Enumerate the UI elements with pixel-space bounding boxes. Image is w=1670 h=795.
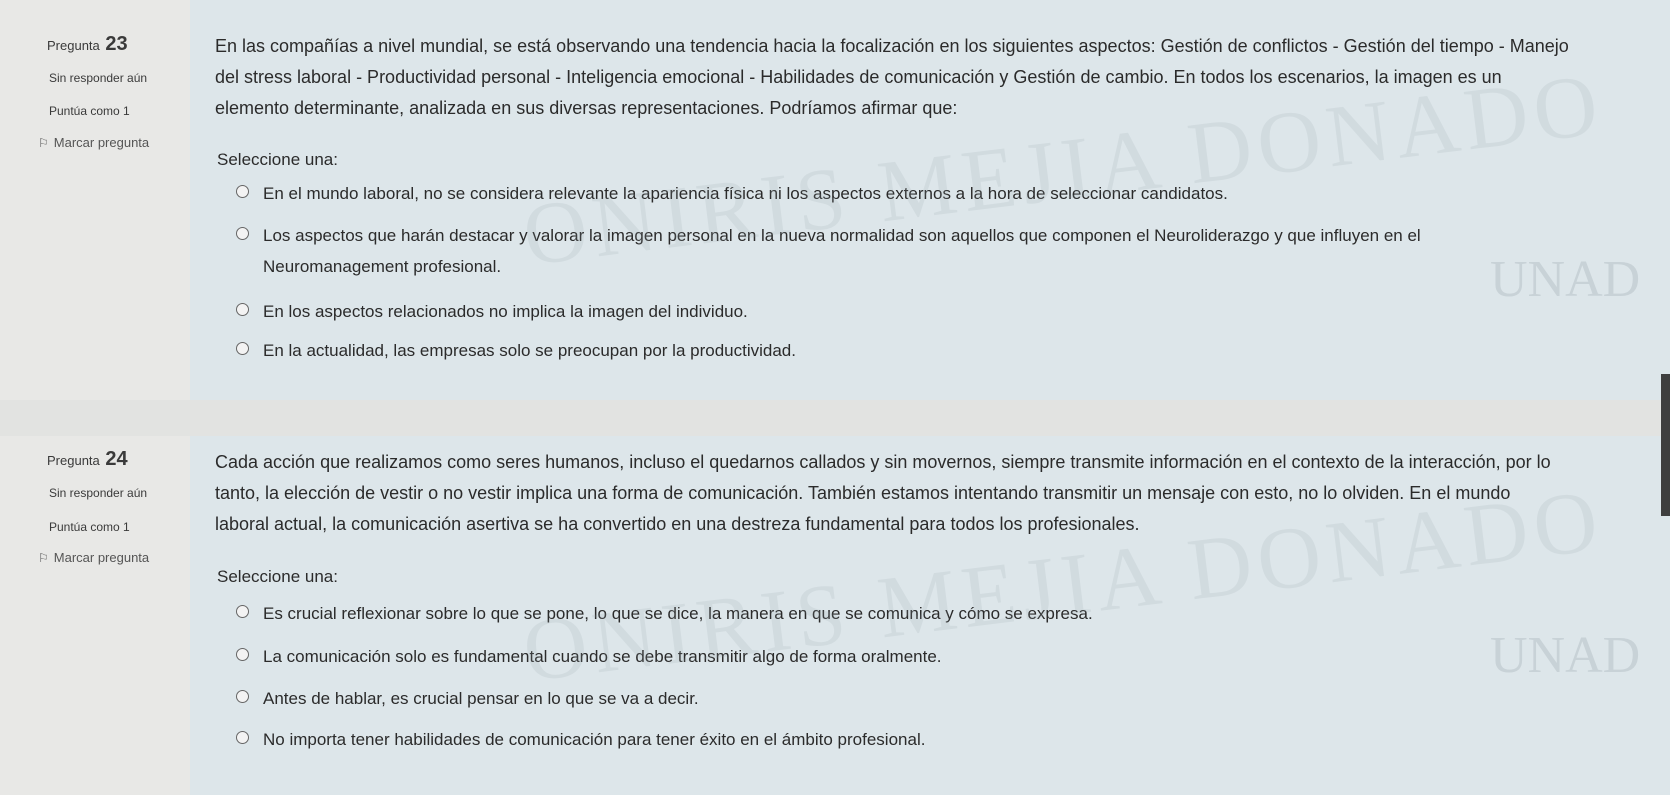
question-grade: Puntúa como 1 [49,104,130,118]
question-text: Cada acción que realizamos como seres hu… [215,447,1605,540]
answer-option-label: En los aspectos relacionados no implica … [263,302,748,321]
flag-question-link[interactable]: ⚐ Marcar pregunta [38,550,149,565]
flag-question-label: Marcar pregunta [53,550,150,565]
answer-option-label: En la actualidad, las empresas solo se p… [263,341,796,360]
question-text-line: tanto, la elección de vestir o no vestir… [215,483,1511,503]
answer-option-label: Es crucial reflexionar sobre lo que se p… [263,604,1093,623]
question-info-panel: Pregunta 24 Sin responder aún Puntúa com… [0,436,190,795]
answer-prompt: Seleccione una: [217,150,338,169]
question-number-value: 23 [105,33,128,55]
answer-option-label: No importa tener habilidades de comunica… [263,730,926,749]
answer-option[interactable]: Es crucial reflexionar sobre lo que se p… [236,598,1516,629]
answer-option-label: La comunicación solo es fundamental cuan… [263,647,942,666]
answer-option-label: Los aspectos que harán destacar y valora… [263,226,1421,245]
radio-button[interactable] [236,342,249,355]
question-text-line: Cada acción que realizamos como seres hu… [215,452,1551,472]
question-number-prefix: Pregunta [47,453,100,468]
question-23: Pregunta 23 Sin responder aún Puntúa com… [0,0,1670,400]
flag-question-label: Marcar pregunta [53,135,150,150]
answer-prompt: Seleccione una: [217,567,338,586]
question-content-panel: Cada acción que realizamos como seres hu… [190,436,1670,795]
question-number-value: 24 [105,448,128,470]
answer-option[interactable]: Antes de hablar, es crucial pensar en lo… [236,683,1516,714]
answer-option[interactable]: La comunicación solo es fundamental cuan… [236,641,1516,672]
question-number-prefix: Pregunta [47,38,100,53]
question-text-line: elemento determinante, analizada en sus … [215,98,958,118]
radio-button[interactable] [236,185,249,198]
answer-option-label: Antes de hablar, es crucial pensar en lo… [263,689,699,708]
question-info-panel: Pregunta 23 Sin responder aún Puntúa com… [0,0,190,400]
radio-button[interactable] [236,227,249,240]
question-number: Pregunta 24 [47,448,128,471]
question-text: En las compañías a nivel mundial, se est… [215,31,1605,124]
question-grade: Puntúa como 1 [49,520,130,534]
radio-button[interactable] [236,731,249,744]
scrollbar-thumb[interactable] [1661,374,1670,516]
radio-button[interactable] [236,605,249,618]
question-text-line: En las compañías a nivel mundial, se est… [215,36,1569,56]
radio-button[interactable] [236,690,249,703]
answer-option-label-continued: Neuromanagement profesional. [263,257,502,276]
answer-option[interactable]: En el mundo laboral, no se considera rel… [236,178,1516,209]
radio-button[interactable] [236,648,249,661]
question-state: Sin responder aún [49,71,148,85]
answer-option-label: En el mundo laboral, no se considera rel… [263,184,1228,203]
question-number: Pregunta 23 [47,33,128,56]
question-content-panel: En las compañías a nivel mundial, se est… [190,0,1670,400]
flag-icon: ⚐ [38,136,49,150]
flag-question-link[interactable]: ⚐ Marcar pregunta [38,135,149,150]
answer-option[interactable]: En la actualidad, las empresas solo se p… [236,335,1516,366]
radio-button[interactable] [236,303,249,316]
question-text-line: del stress laboral - Productividad perso… [215,67,1502,87]
flag-icon: ⚐ [38,551,49,565]
answer-option[interactable]: En los aspectos relacionados no implica … [236,296,1516,327]
question-24: Pregunta 24 Sin responder aún Puntúa com… [0,436,1670,795]
question-text-line: laboral actual, la comunicación asertiva… [215,514,1140,534]
answer-option[interactable]: No importa tener habilidades de comunica… [236,724,1516,755]
question-state: Sin responder aún [49,486,148,500]
answer-option[interactable]: Los aspectos que harán destacar y valora… [236,220,1516,282]
